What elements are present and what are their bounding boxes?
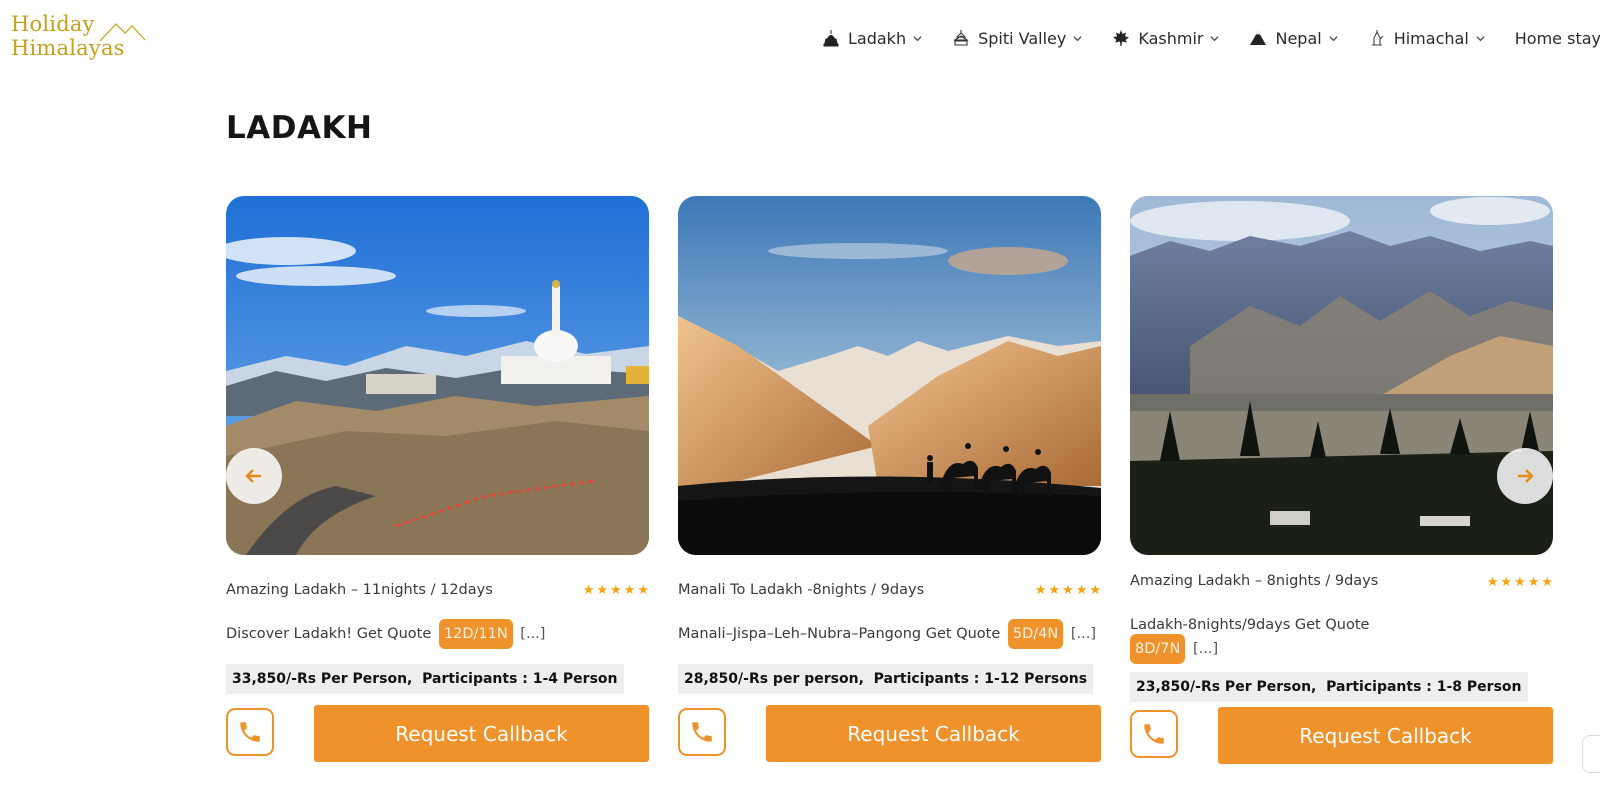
star-icon: ★ xyxy=(1034,583,1047,598)
star-icon: ★ xyxy=(1527,575,1540,590)
tour-description: Manali–Jispa–Leh–Nubra–Pangong Get Quote… xyxy=(678,619,1096,649)
nav-item-himachal[interactable]: Himachal xyxy=(1368,29,1485,48)
nav-label: Himachal xyxy=(1393,28,1469,48)
tour-description: Discover Ladakh! Get Quote 12D/11N [...] xyxy=(226,619,545,649)
description-text: Ladakh-8nights/9days Get Quote xyxy=(1130,617,1370,633)
star-icon: ★ xyxy=(582,583,595,598)
arrow-right-icon xyxy=(1518,469,1534,483)
star-icon: ★ xyxy=(623,583,636,598)
nav-item-kashmir[interactable]: Kashmir xyxy=(1112,28,1220,48)
star-icon: ★ xyxy=(1500,575,1513,590)
rating-stars: ★ ★ ★ ★ ★ xyxy=(1487,576,1553,590)
price-text: 28,850/-Rs per person, xyxy=(684,671,864,687)
nav-label: Kashmir xyxy=(1138,28,1204,48)
price-info: 28,850/-Rs per person, Participants : 1-… xyxy=(678,664,1094,694)
read-more-link[interactable]: [...] xyxy=(1193,641,1218,657)
participants-text: Participants : 1-12 Persons xyxy=(873,671,1088,687)
chevron-down-icon xyxy=(913,35,922,41)
tour-card: Amazing Ladakh – 8nights / 9days ★ ★ ★ ★ ★ L… xyxy=(1130,196,1553,764)
nav-label: Ladakh xyxy=(848,28,907,48)
request-callback-button[interactable]: Request Callback xyxy=(766,705,1101,762)
description-text: Manali–Jispa–Leh–Nubra–Pangong Get Quote xyxy=(678,626,1001,642)
star-icon: ★ xyxy=(1514,575,1526,590)
participants-text: Participants : 1-4 Person xyxy=(422,671,618,687)
chevron-down-icon xyxy=(1210,35,1220,41)
desert-camels-image xyxy=(678,196,1101,555)
chevron-down-icon xyxy=(1329,35,1338,41)
chevron-down-icon xyxy=(1073,35,1082,41)
carousel-prev-button[interactable] xyxy=(226,448,282,504)
duration-badge: 8D/7N xyxy=(1130,634,1186,664)
nav-label: Spiti Valley xyxy=(978,28,1067,48)
tour-image[interactable] xyxy=(1130,196,1553,555)
star-icon: ★ xyxy=(596,583,609,598)
tour-card: Amazing Ladakh – 11nights / 12days ★ ★ ★ ★ ★… xyxy=(226,196,649,762)
tour-description: Ladakh-8nights/9days Get Quote 8D/7N [..… xyxy=(1130,616,1430,664)
mountain-icon xyxy=(1250,31,1267,45)
request-callback-button[interactable]: Request Callback xyxy=(1218,707,1553,764)
tour-name[interactable]: Amazing Ladakh – 8nights / 9days xyxy=(1130,573,1378,589)
rating-stars: ★ ★ ★ ★ ★ xyxy=(583,584,649,598)
price-text: 23,850/-Rs Per Person, xyxy=(1136,679,1317,695)
star-icon: ★ xyxy=(1048,583,1061,598)
star-icon: ★ xyxy=(610,583,622,598)
leh-valley-image xyxy=(1130,196,1553,555)
phone-icon xyxy=(692,722,712,742)
phone-icon xyxy=(240,722,260,742)
call-button[interactable] xyxy=(226,708,274,756)
price-info: 33,850/-Rs Per Person, Participants : 1-… xyxy=(226,664,624,694)
site-logo[interactable]: Holiday Himalayas xyxy=(11,12,146,64)
star-icon: ★ xyxy=(1486,575,1499,590)
nav-label: Nepal xyxy=(1275,28,1322,48)
nav-item-ladakh[interactable]: Ladakh xyxy=(822,29,922,48)
star-icon: ★ xyxy=(1541,575,1553,590)
temple-icon xyxy=(1371,30,1384,46)
section-title: LADAKH xyxy=(226,110,373,146)
chevron-down-icon xyxy=(1476,35,1485,41)
star-icon: ★ xyxy=(1062,583,1074,598)
call-button[interactable] xyxy=(1130,710,1178,758)
carousel-next-button[interactable] xyxy=(1497,448,1553,504)
monastery-icon xyxy=(953,30,969,46)
tour-name[interactable]: Amazing Ladakh – 11nights / 12days xyxy=(226,582,493,598)
maple-leaf-icon xyxy=(1113,30,1130,46)
star-icon: ★ xyxy=(637,583,649,598)
participants-text: Participants : 1-8 Person xyxy=(1326,679,1522,695)
duration-badge: 5D/4N xyxy=(1007,619,1064,649)
tour-name[interactable]: Manali To Ladakh -8nights / 9days xyxy=(678,582,924,598)
nav-item-home-stays[interactable]: Home stays xyxy=(1515,29,1600,48)
duration-badge: 12D/11N xyxy=(438,619,513,649)
star-icon: ★ xyxy=(1089,583,1101,598)
tour-image[interactable] xyxy=(226,196,649,555)
price-info: 23,850/-Rs Per Person, Participants : 1-… xyxy=(1130,672,1528,702)
nav-item-nepal[interactable]: Nepal xyxy=(1249,28,1338,48)
nav-item-spiti-valley[interactable]: Spiti Valley xyxy=(952,29,1082,48)
logo-mountain-icon xyxy=(100,23,146,42)
tour-card: Manali To Ladakh -8nights / 9days ★ ★ ★ ★ ★ … xyxy=(678,196,1101,762)
main-nav: Ladakh Spiti Valley Kashmir Nepal Himach… xyxy=(822,25,1600,51)
logo-line-1: Holiday xyxy=(11,12,95,36)
read-more-link[interactable]: [...] xyxy=(1071,626,1096,642)
call-button[interactable] xyxy=(678,708,726,756)
nav-label: Home stays xyxy=(1514,28,1600,48)
shanti-stupa-image xyxy=(226,196,649,555)
star-icon: ★ xyxy=(1075,583,1088,598)
chat-widget-button[interactable] xyxy=(1582,735,1600,773)
tour-image[interactable] xyxy=(678,196,1101,555)
read-more-link[interactable]: [...] xyxy=(520,626,545,642)
phone-icon xyxy=(1144,724,1164,744)
description-text: Discover Ladakh! Get Quote xyxy=(226,626,432,642)
rating-stars: ★ ★ ★ ★ ★ xyxy=(1035,584,1101,598)
arrow-left-icon xyxy=(245,469,261,483)
request-callback-button[interactable]: Request Callback xyxy=(314,705,649,762)
price-text: 33,850/-Rs Per Person, xyxy=(232,671,413,687)
stupa-icon xyxy=(823,30,839,47)
